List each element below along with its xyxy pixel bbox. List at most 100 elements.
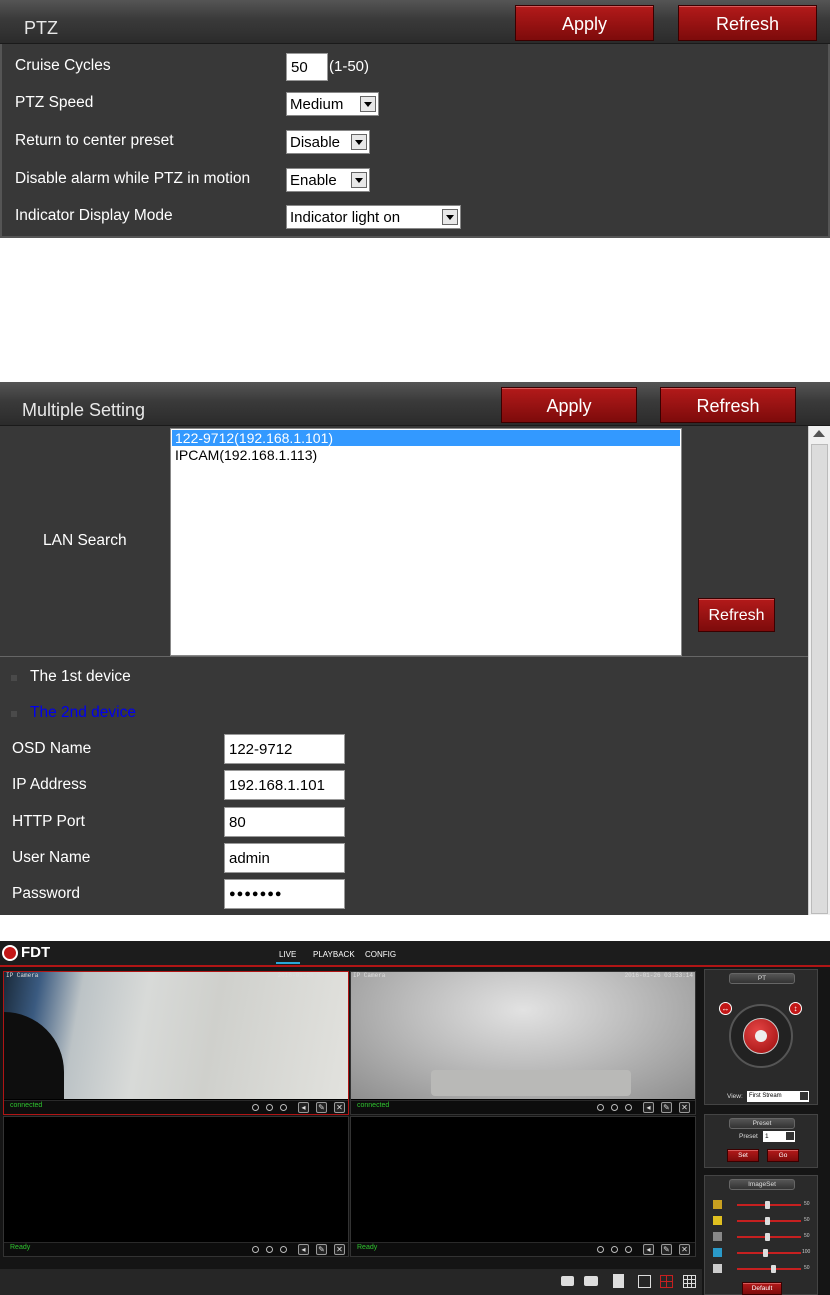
- list-item[interactable]: IPCAM(192.168.1.113): [172, 447, 680, 463]
- scrollbar[interactable]: [808, 426, 830, 915]
- zoom-out-icon[interactable]: [252, 1246, 259, 1253]
- tab-1st-device[interactable]: The 1st device: [30, 668, 131, 686]
- ptz-apply-button[interactable]: Apply: [515, 5, 654, 41]
- sharpness-slider[interactable]: [737, 1265, 801, 1273]
- video-tile-1[interactable]: IP Camera 2016-01-26 03:53:14 connected …: [3, 971, 349, 1115]
- http-port-input[interactable]: 80: [224, 807, 345, 837]
- snapshot-icon[interactable]: [561, 1276, 574, 1286]
- slider-knob[interactable]: [771, 1265, 776, 1273]
- focus-icon[interactable]: [280, 1246, 287, 1253]
- tile-label: IP Camera: [353, 972, 386, 979]
- zoom-in-icon[interactable]: [266, 1104, 273, 1111]
- tile-status: connected: [357, 1102, 390, 1109]
- tools-icon[interactable]: ✕: [334, 1244, 345, 1255]
- microphone-icon[interactable]: ✎: [316, 1102, 327, 1113]
- sharpness-icon: [713, 1264, 722, 1273]
- tile-timestamp: 2016-01-26 03:53:14: [624, 972, 693, 979]
- zoom-in-icon[interactable]: [611, 1246, 618, 1253]
- list-item[interactable]: 122-9712(192.168.1.101): [172, 430, 680, 446]
- logo-icon: [2, 945, 18, 961]
- multiple-refresh-button[interactable]: Refresh: [660, 387, 796, 423]
- osd-name-input[interactable]: 122-9712: [224, 734, 345, 764]
- tab-2nd-device[interactable]: The 2nd device: [30, 704, 136, 722]
- password-input[interactable]: ●●●●●●●: [224, 879, 345, 909]
- multiple-apply-button[interactable]: Apply: [501, 387, 637, 423]
- sd-card-icon[interactable]: [613, 1274, 624, 1288]
- speaker-icon[interactable]: ◂: [643, 1102, 654, 1113]
- chevron-down-icon: [786, 1132, 794, 1140]
- lan-search-list[interactable]: 122-9712(192.168.1.101) IPCAM(192.168.1.…: [170, 428, 682, 656]
- ptz-title: PTZ: [24, 18, 58, 38]
- microphone-icon[interactable]: ✎: [661, 1102, 672, 1113]
- preset-set-button[interactable]: Set: [727, 1149, 759, 1162]
- nav-playback[interactable]: PLAYBACK: [313, 950, 355, 959]
- zoom-out-icon[interactable]: [597, 1246, 604, 1253]
- video-frame-sofa: [431, 1070, 631, 1096]
- return-center-select[interactable]: Disable: [286, 130, 370, 154]
- slider-knob[interactable]: [765, 1201, 770, 1209]
- default-button[interactable]: Default: [742, 1282, 782, 1295]
- pt-joystick[interactable]: [729, 1004, 793, 1068]
- zoom-out-icon[interactable]: [252, 1104, 259, 1111]
- sharpness-value: 50: [804, 1265, 810, 1271]
- contrast-slider[interactable]: [737, 1217, 801, 1225]
- disable-alarm-value: Enable: [290, 171, 337, 189]
- video-tile-2[interactable]: IP Camera 2016-01-26 03:53:14 connected …: [350, 971, 696, 1115]
- tools-icon[interactable]: ✕: [334, 1102, 345, 1113]
- ptz-speed-select[interactable]: Medium: [286, 92, 379, 116]
- microphone-icon[interactable]: ✎: [316, 1244, 327, 1255]
- ptz-refresh-button[interactable]: Refresh: [678, 5, 817, 41]
- layout-single-icon[interactable]: [638, 1275, 651, 1288]
- ptz-header: PTZ Apply Refresh: [0, 0, 830, 44]
- scroll-up-icon[interactable]: [813, 430, 825, 437]
- pt-center-icon[interactable]: [755, 1030, 767, 1042]
- preset-go-button[interactable]: Go: [767, 1149, 799, 1162]
- vertical-cruise-icon[interactable]: ↕: [789, 1002, 802, 1015]
- preset-label: Preset: [739, 1133, 758, 1140]
- speaker-icon[interactable]: ◂: [643, 1244, 654, 1255]
- video-tile-3[interactable]: Ready ◂ ✎ ✕: [3, 1116, 349, 1257]
- cruise-cycles-input[interactable]: 50: [286, 53, 328, 81]
- microphone-icon[interactable]: ✎: [661, 1244, 672, 1255]
- hue-slider[interactable]: [737, 1249, 801, 1257]
- layout-nine-icon[interactable]: [683, 1275, 696, 1288]
- brightness-slider[interactable]: [737, 1201, 801, 1209]
- focus-icon[interactable]: [280, 1104, 287, 1111]
- preset-title: Preset: [729, 1118, 795, 1129]
- nav-config[interactable]: CONFIG: [365, 950, 396, 959]
- slider-knob[interactable]: [765, 1233, 770, 1241]
- speaker-icon[interactable]: ◂: [298, 1244, 309, 1255]
- record-icon[interactable]: [584, 1276, 598, 1286]
- speaker-icon[interactable]: ◂: [298, 1102, 309, 1113]
- scrollbar-thumb[interactable]: [811, 444, 828, 914]
- ip-address-label: IP Address: [12, 776, 87, 793]
- disable-alarm-select[interactable]: Enable: [286, 168, 370, 192]
- focus-icon[interactable]: [625, 1104, 632, 1111]
- nav-live[interactable]: LIVE: [279, 950, 296, 959]
- layout-quad-icon[interactable]: [660, 1275, 673, 1288]
- zoom-in-icon[interactable]: [611, 1104, 618, 1111]
- view-value: First Stream: [749, 1093, 782, 1099]
- chevron-down-icon: [800, 1092, 808, 1100]
- lan-refresh-button[interactable]: Refresh: [698, 598, 775, 632]
- tools-icon[interactable]: ✕: [679, 1244, 690, 1255]
- ip-address-input[interactable]: 192.168.1.101: [224, 770, 345, 800]
- view-select[interactable]: First Stream: [747, 1091, 809, 1102]
- tools-icon[interactable]: ✕: [679, 1102, 690, 1113]
- slider-knob[interactable]: [763, 1249, 768, 1257]
- zoom-in-icon[interactable]: [266, 1246, 273, 1253]
- slider-knob[interactable]: [765, 1217, 770, 1225]
- indicator-mode-value: Indicator light on: [290, 208, 401, 226]
- saturation-slider[interactable]: [737, 1233, 801, 1241]
- user-name-input[interactable]: admin: [224, 843, 345, 873]
- chevron-down-icon: [351, 134, 367, 150]
- preset-select[interactable]: 1: [763, 1131, 795, 1142]
- zoom-out-icon[interactable]: [597, 1104, 604, 1111]
- focus-icon[interactable]: [625, 1246, 632, 1253]
- indicator-mode-select[interactable]: Indicator light on: [286, 205, 461, 229]
- osd-name-label: OSD Name: [12, 740, 92, 757]
- video-tile-4[interactable]: Ready ◂ ✎ ✕: [350, 1116, 696, 1257]
- password-label: Password: [12, 885, 81, 902]
- multiple-body: LAN Search 122-9712(192.168.1.101) IPCAM…: [0, 426, 808, 915]
- horizontal-cruise-icon[interactable]: ↔: [719, 1002, 732, 1015]
